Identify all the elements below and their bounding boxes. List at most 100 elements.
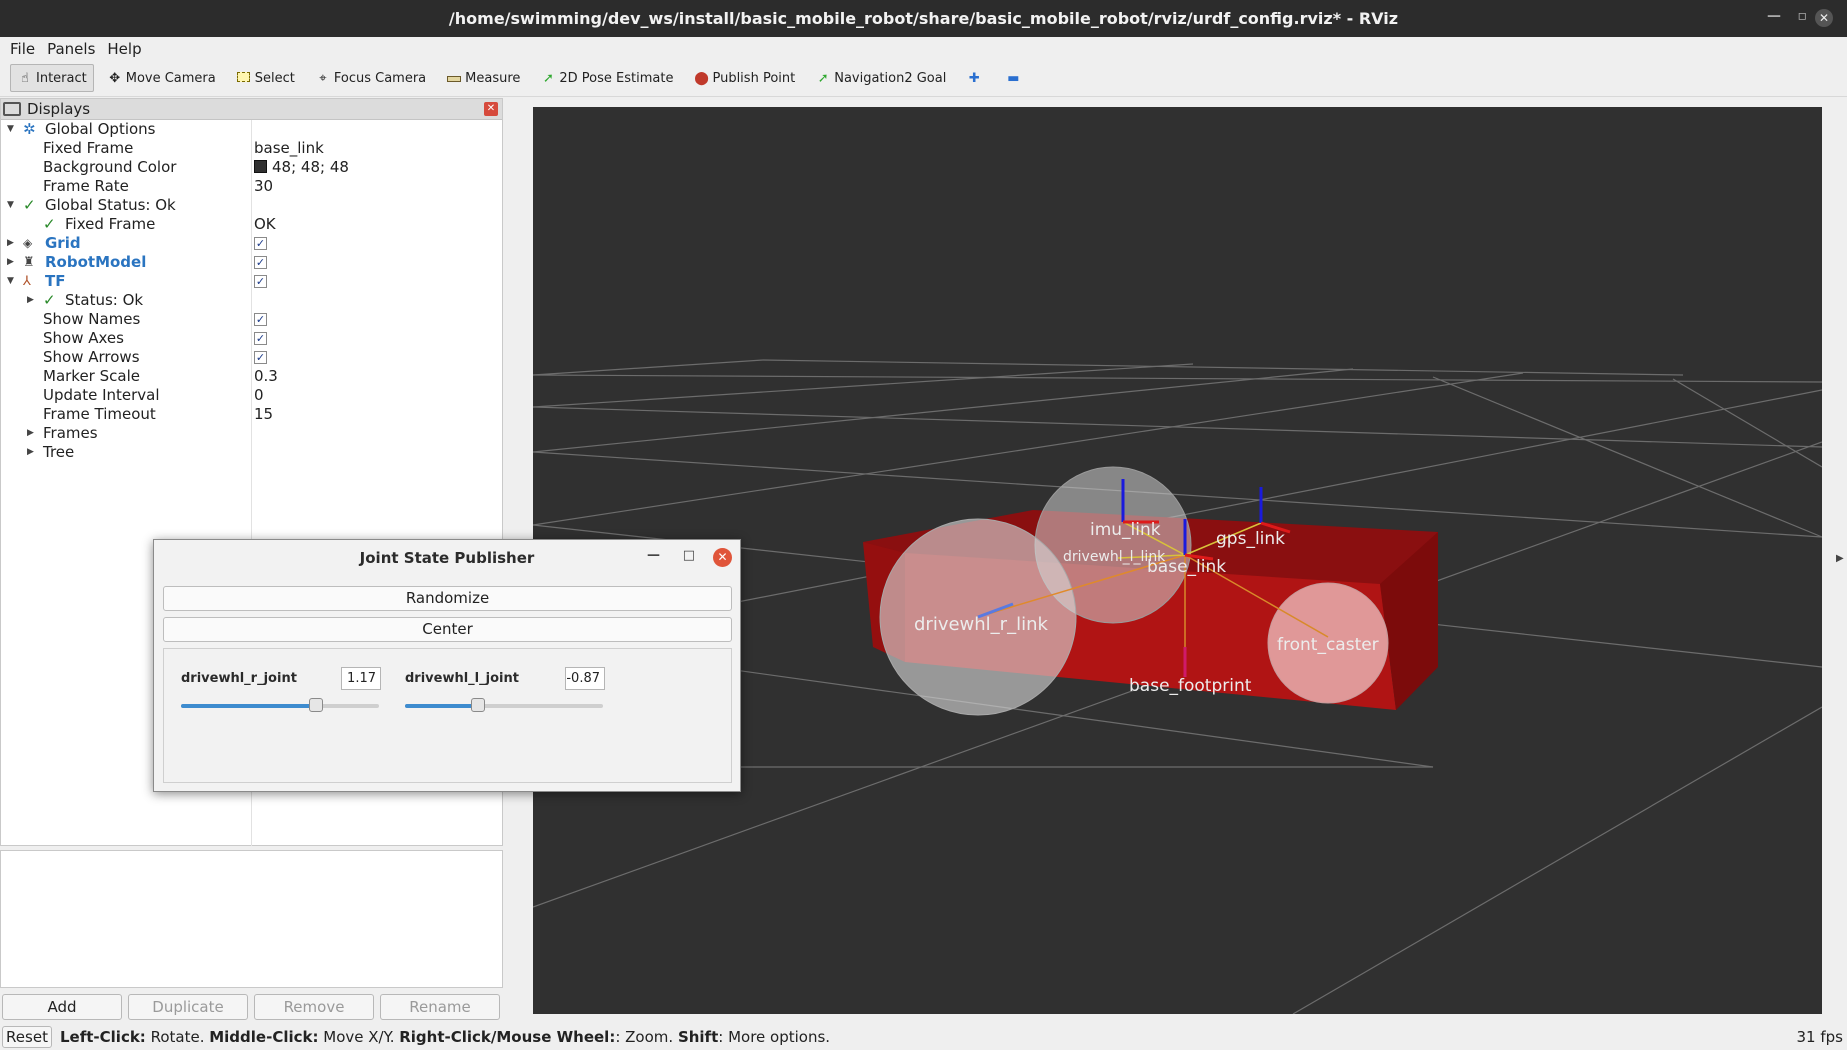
remove-tool-button[interactable]: ▬	[998, 64, 1031, 92]
show-names-checkbox[interactable]: ✓	[254, 310, 267, 329]
tree-label: Frames	[43, 424, 98, 442]
frame-rate-value[interactable]: 30	[254, 177, 273, 196]
hint-key: Middle-Click:	[209, 1028, 319, 1046]
label-gps-link: gps_link	[1216, 529, 1285, 549]
tree-label: Frame Timeout	[43, 405, 156, 423]
tree-row-show-axes[interactable]: Show Axes ✓	[1, 329, 502, 348]
menu-file[interactable]: File	[10, 40, 35, 58]
add-tool-button[interactable]: ✚	[959, 64, 992, 92]
expand-arrow-icon[interactable]: ▶	[27, 443, 34, 462]
tree-row-tree[interactable]: ▶ Tree	[1, 443, 502, 462]
joint-label-drivewhl-r: drivewhl_r_joint	[181, 671, 297, 686]
tool-publish-point[interactable]: ⬤ Publish Point	[686, 64, 802, 92]
remove-button[interactable]: Remove	[254, 994, 374, 1020]
tree-row-show-names[interactable]: Show Names ✓	[1, 310, 502, 329]
add-button[interactable]: Add	[2, 994, 122, 1020]
minus-icon: ▬	[1007, 70, 1020, 86]
duplicate-button[interactable]: Duplicate	[128, 994, 248, 1020]
tool-2d-pose-estimate[interactable]: ➚ 2D Pose Estimate	[533, 64, 680, 92]
background-color-value[interactable]: 48; 48; 48	[254, 158, 349, 177]
minimize-icon[interactable]: —	[647, 548, 660, 563]
close-icon[interactable]: ✕	[713, 548, 732, 567]
tool-interact[interactable]: ☝ Interact	[10, 64, 94, 92]
close-window-icon[interactable]: ✕	[1815, 9, 1833, 27]
tool-measure[interactable]: Measure	[439, 64, 527, 92]
tree-row-frames[interactable]: ▶ Frames	[1, 424, 502, 443]
hint-text: : More options.	[718, 1028, 831, 1046]
joint-slider-drivewhl-r[interactable]	[181, 698, 379, 712]
show-axes-checkbox[interactable]: ✓	[254, 329, 267, 348]
menu-panels[interactable]: Panels	[47, 40, 95, 58]
tree-row-robotmodel[interactable]: ▶ ♜ RobotModel ✓	[1, 253, 502, 272]
tree-label: RobotModel	[45, 253, 147, 271]
tree-row-marker-scale[interactable]: Marker Scale 0.3	[1, 367, 502, 386]
robotmodel-enable-checkbox[interactable]: ✓	[254, 253, 267, 272]
tree-row-frame-rate[interactable]: Frame Rate 30	[1, 177, 502, 196]
tree-row-tf[interactable]: ▼ ⅄ TF ✓	[1, 272, 502, 291]
tree-row-status-fixed-frame[interactable]: ✓ Fixed Frame OK	[1, 215, 502, 234]
update-interval-value[interactable]: 0	[254, 386, 264, 405]
tool-navigation2-goal[interactable]: ➚ Navigation2 Goal	[808, 64, 953, 92]
joint-slider-drivewhl-l[interactable]	[405, 698, 603, 712]
tree-label: Grid	[45, 234, 81, 252]
tree-row-show-arrows[interactable]: Show Arrows ✓	[1, 348, 502, 367]
maximize-icon[interactable]: □	[683, 548, 695, 563]
maximize-icon[interactable]: ▫	[1798, 8, 1808, 24]
joint-state-publisher-window: Joint State Publisher — □ ✕ Randomize Ce…	[153, 539, 741, 792]
collapse-arrow-icon[interactable]: ▼	[7, 272, 14, 291]
grid-icon: ◈	[23, 236, 33, 250]
rename-button[interactable]: Rename	[380, 994, 500, 1020]
grid-enable-checkbox[interactable]: ✓	[254, 234, 267, 253]
menu-help[interactable]: Help	[107, 40, 141, 58]
description-area	[0, 850, 503, 988]
slider-handle[interactable]	[471, 698, 486, 712]
tree-row-global-options[interactable]: ▼ ✲ Global Options	[1, 120, 502, 139]
reset-button[interactable]: Reset	[2, 1026, 52, 1048]
tree-row-fixed-frame[interactable]: Fixed Frame base_link	[1, 139, 502, 158]
tool-focus-camera[interactable]: ⌖ Focus Camera	[308, 64, 433, 92]
window-titlebar: /home/swimming/dev_ws/install/basic_mobi…	[0, 0, 1847, 37]
fixed-frame-value[interactable]: base_link	[254, 139, 324, 158]
tree-row-tf-status[interactable]: ▶ ✓ Status: Ok	[1, 291, 502, 310]
map-pin-icon: ⬤	[694, 70, 709, 86]
joint-value-drivewhl-r[interactable]: 1.17	[341, 667, 381, 690]
status-bar: Reset Left-Click: Rotate. Middle-Click: …	[0, 1024, 1847, 1050]
expand-arrow-icon[interactable]: ▶	[7, 234, 14, 253]
randomize-button[interactable]: Randomize	[163, 586, 732, 611]
menu-bar: File Panels Help	[0, 37, 1847, 60]
tool-label: Navigation2 Goal	[834, 70, 947, 86]
nav-goal-icon: ➚	[817, 70, 829, 86]
tree-row-global-status[interactable]: ▼ ✓ Global Status: Ok	[1, 196, 502, 215]
marker-scale-value[interactable]: 0.3	[254, 367, 278, 386]
joint-value-drivewhl-l[interactable]: -0.87	[565, 667, 605, 690]
expand-arrow-icon[interactable]: ▶	[27, 291, 34, 310]
tree-label: Background Color	[43, 158, 177, 176]
status-hint: Left-Click: Rotate. Middle-Click: Move X…	[60, 1028, 830, 1046]
displays-panel-header: Displays ✕	[1, 99, 502, 120]
tf-axes-icon: ⅄	[23, 274, 31, 289]
tree-row-update-interval[interactable]: Update Interval 0	[1, 386, 502, 405]
collapse-arrow-icon[interactable]: ▼	[7, 196, 14, 215]
panel-toggle-arrow-icon[interactable]: ▶	[1836, 553, 1844, 564]
hand-icon: ☝	[21, 70, 29, 86]
tree-label: Marker Scale	[43, 367, 140, 385]
tool-select[interactable]: Select	[229, 64, 302, 92]
displays-title: Displays	[27, 100, 91, 118]
slider-handle[interactable]	[308, 698, 323, 712]
close-panel-icon[interactable]: ✕	[484, 102, 498, 116]
tree-row-background-color[interactable]: Background Color 48; 48; 48	[1, 158, 502, 177]
hint-key: Right-Click/Mouse Wheel:	[399, 1028, 616, 1046]
expand-arrow-icon[interactable]: ▶	[7, 253, 14, 272]
tool-move-camera[interactable]: ✥ Move Camera	[100, 64, 223, 92]
tree-row-grid[interactable]: ▶ ◈ Grid ✓	[1, 234, 502, 253]
tree-label: Update Interval	[43, 386, 160, 404]
center-button[interactable]: Center	[163, 617, 732, 642]
tf-enable-checkbox[interactable]: ✓	[254, 272, 267, 291]
expand-arrow-icon[interactable]: ▶	[27, 424, 34, 443]
collapse-arrow-icon[interactable]: ▼	[7, 120, 14, 139]
frame-timeout-value[interactable]: 15	[254, 405, 273, 424]
hint-text: : Zoom.	[615, 1028, 678, 1046]
show-arrows-checkbox[interactable]: ✓	[254, 348, 267, 367]
minimize-icon[interactable]: —	[1767, 8, 1781, 24]
tree-row-frame-timeout[interactable]: Frame Timeout 15	[1, 405, 502, 424]
